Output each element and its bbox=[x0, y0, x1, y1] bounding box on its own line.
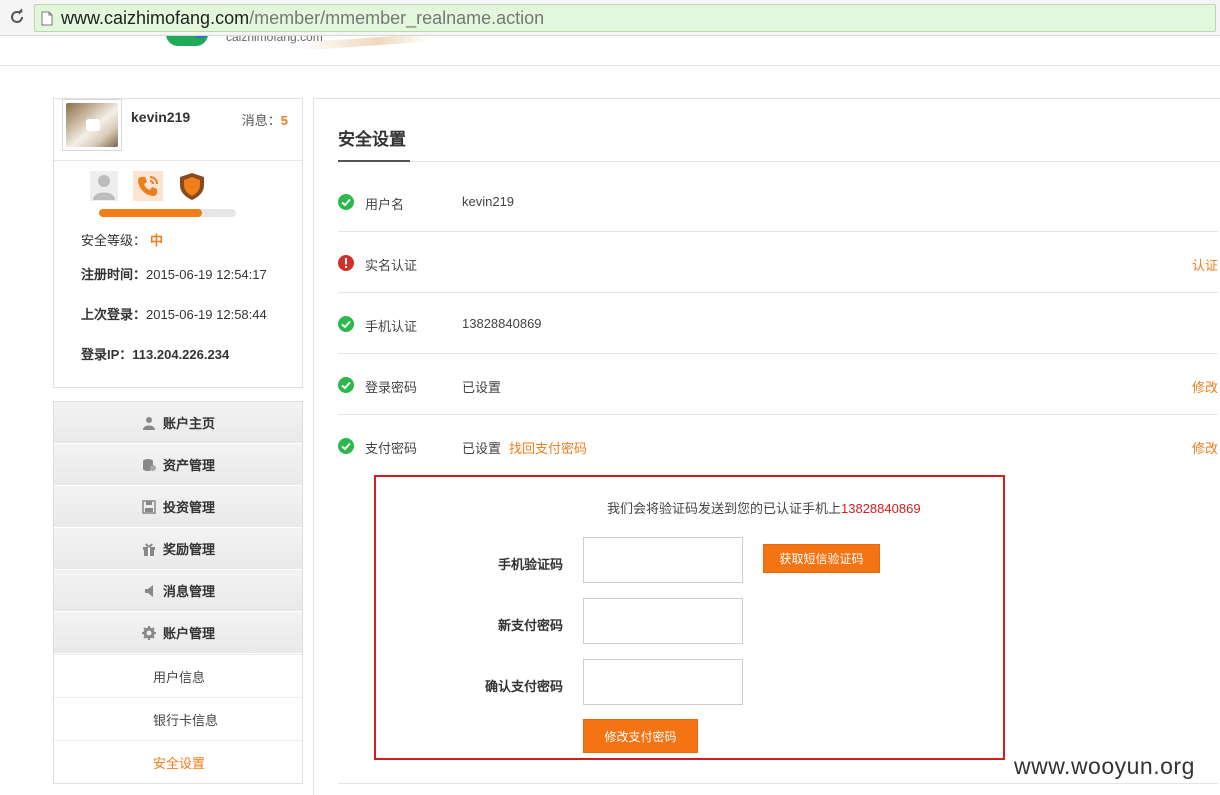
page-title: 安全设置 bbox=[338, 130, 406, 149]
title-underline bbox=[338, 160, 410, 162]
check-circle-icon bbox=[338, 377, 354, 393]
gift-icon bbox=[141, 541, 157, 557]
security-icons bbox=[89, 171, 207, 201]
pay-password-form: 我们会将验证码发送到您的已认证手机上13828840869 手机验证码 获取短信… bbox=[374, 475, 1005, 760]
security-row-username: 用户名 kevin219 bbox=[338, 171, 1218, 232]
security-progress-bar bbox=[99, 209, 236, 217]
identity-icon[interactable] bbox=[89, 171, 119, 201]
messages-label: 消息： bbox=[241, 113, 281, 128]
site-logo-icon[interactable] bbox=[166, 36, 210, 46]
avatar-image bbox=[66, 103, 118, 147]
security-row-login-password: 登录密码 已设置 修改 bbox=[338, 354, 1218, 415]
submit-pay-password-button[interactable]: 修改支付密码 bbox=[583, 719, 698, 753]
sub-item-user-info[interactable]: 用户信息 bbox=[54, 654, 302, 697]
speaker-icon bbox=[141, 583, 157, 599]
row-label: 支付密码 bbox=[365, 441, 418, 456]
new-pay-password-label: 新支付密码 bbox=[497, 618, 563, 633]
modify-pay-password-link[interactable]: 修改 bbox=[1192, 438, 1218, 457]
coins-icon bbox=[141, 457, 157, 473]
sms-code-input[interactable] bbox=[583, 537, 743, 583]
username: kevin219 bbox=[131, 109, 191, 125]
menu-item-label: 账户主页 bbox=[162, 416, 215, 431]
messages-count: 5 bbox=[280, 113, 288, 128]
security-level-label: 安全等级： bbox=[81, 233, 147, 248]
row-label: 登录密码 bbox=[365, 380, 418, 395]
side-menu: 账户主页 资产管理 投资管理 奖励管理 消息管理 账户管理 用户信息 银行卡信息… bbox=[53, 401, 303, 784]
user-icon bbox=[141, 415, 157, 431]
menu-item-label: 消息管理 bbox=[162, 584, 215, 599]
sms-notice-text: 我们会将验证码发送到您的已认证手机上 bbox=[607, 501, 842, 516]
modify-login-password-link[interactable]: 修改 bbox=[1192, 377, 1218, 396]
register-time-value: 2015-06-19 12:54:17 bbox=[146, 267, 267, 282]
browser-toolbar: www.caizhimofang.com/member/mmember_real… bbox=[0, 0, 1220, 36]
confirm-pay-password-input[interactable] bbox=[583, 659, 743, 705]
menu-item-messages[interactable]: 消息管理 bbox=[54, 570, 302, 612]
menu-item-label: 资产管理 bbox=[162, 458, 215, 473]
login-ip: 登录IP：113.204.226.234 bbox=[81, 344, 229, 363]
sub-item-bank-cards[interactable]: 银行卡信息 bbox=[54, 697, 302, 740]
menu-item-rewards[interactable]: 奖励管理 bbox=[54, 528, 302, 570]
security-level-value: 中 bbox=[150, 233, 164, 248]
profile-card: kevin219 消息：5 安全等级：中 注册时间：2015-06-19 12:… bbox=[53, 98, 303, 388]
watermark: www.wooyun.org bbox=[1014, 753, 1195, 779]
url-path: /member/mmember_realname.action bbox=[249, 7, 545, 28]
login-ip-value: 113.204.226.234 bbox=[132, 347, 230, 362]
new-pay-password-input[interactable] bbox=[583, 598, 743, 644]
register-time-label: 注册时间： bbox=[81, 267, 147, 282]
confirm-pay-password-label: 确认支付密码 bbox=[484, 679, 563, 694]
menu-item-investments[interactable]: 投资管理 bbox=[54, 486, 302, 528]
last-login: 上次登录：2015-06-19 12:58:44 bbox=[81, 304, 267, 323]
save-icon bbox=[141, 499, 157, 515]
row-label: 手机认证 bbox=[365, 319, 418, 334]
url-host: www.caizhimofang.com bbox=[61, 7, 250, 28]
sms-notice: 我们会将验证码发送到您的已认证手机上13828840869 bbox=[607, 498, 921, 517]
menu-item-account-management[interactable]: 账户管理 bbox=[54, 612, 302, 654]
site-header: caizhimofang.com bbox=[0, 36, 1220, 66]
url-text: www.caizhimofang.com/member/mmember_real… bbox=[61, 8, 544, 29]
get-sms-code-button[interactable]: 获取短信验证码 bbox=[763, 544, 880, 573]
row-label: 实名认证 bbox=[365, 258, 418, 273]
row-value-text: 已设置 bbox=[462, 441, 502, 456]
check-circle-icon bbox=[338, 438, 354, 454]
menu-item-label: 奖励管理 bbox=[162, 542, 215, 557]
check-circle-icon bbox=[338, 194, 354, 210]
last-login-label: 上次登录： bbox=[81, 307, 147, 322]
address-bar[interactable]: www.caizhimofang.com/member/mmember_real… bbox=[34, 4, 1216, 32]
row-value: 13828840869 bbox=[462, 316, 542, 331]
reload-icon[interactable] bbox=[6, 6, 28, 28]
phone-icon[interactable] bbox=[133, 171, 163, 201]
security-row-phone: 手机认证 13828840869 bbox=[338, 293, 1218, 354]
shield-icon[interactable] bbox=[177, 171, 207, 201]
sms-notice-phone: 13828840869 bbox=[841, 501, 921, 516]
gear-icon bbox=[141, 625, 157, 641]
security-row-realname: 实名认证 认证 bbox=[338, 232, 1218, 293]
last-login-value: 2015-06-19 12:58:44 bbox=[146, 307, 267, 322]
check-circle-icon bbox=[338, 316, 354, 332]
verify-link[interactable]: 认证 bbox=[1192, 255, 1218, 274]
row-value: kevin219 bbox=[462, 194, 515, 209]
security-progress-fill bbox=[99, 209, 202, 217]
register-time: 注册时间：2015-06-19 12:54:17 bbox=[81, 264, 267, 283]
menu-item-assets[interactable]: 资产管理 bbox=[54, 444, 302, 486]
menu-item-label: 投资管理 bbox=[162, 500, 215, 515]
alert-circle-icon bbox=[338, 255, 354, 271]
divider bbox=[54, 160, 302, 161]
page-icon bbox=[41, 9, 55, 27]
menu-item-account-home[interactable]: 账户主页 bbox=[54, 402, 302, 444]
sub-item-security-settings[interactable]: 安全设置 bbox=[54, 740, 302, 783]
sms-code-label: 手机验证码 bbox=[497, 557, 563, 572]
row-value: 已设置 找回支付密码 bbox=[462, 438, 587, 457]
menu-item-label: 账户管理 bbox=[162, 626, 215, 641]
login-ip-label: 登录IP： bbox=[81, 347, 133, 362]
messages-indicator[interactable]: 消息：5 bbox=[242, 110, 288, 129]
avatar[interactable] bbox=[62, 99, 122, 151]
recover-pay-password-link[interactable]: 找回支付密码 bbox=[509, 441, 587, 456]
divider bbox=[338, 161, 1220, 162]
security-level: 安全等级：中 bbox=[81, 230, 163, 249]
row-value: 已设置 bbox=[462, 380, 502, 395]
row-label: 用户名 bbox=[365, 197, 405, 212]
